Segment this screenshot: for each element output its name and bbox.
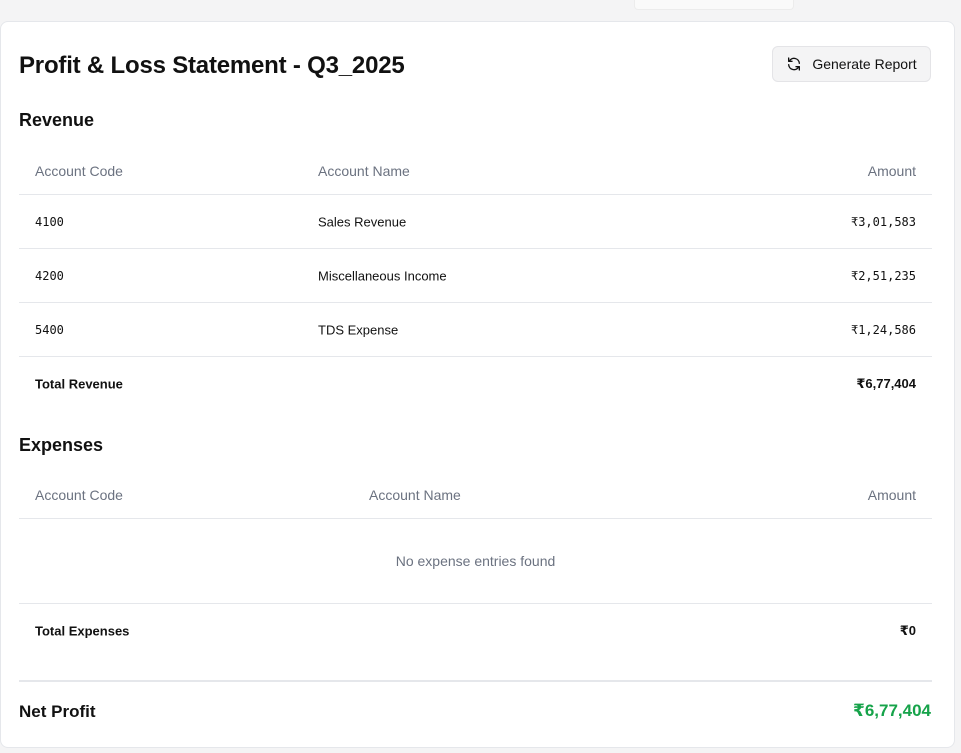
total-revenue-value: ₹6,77,404 xyxy=(856,375,916,391)
expenses-table-header: Account Code Account Name Amount xyxy=(19,471,932,519)
expenses-table: Account Code Account Name Amount No expe… xyxy=(19,471,932,657)
account-name: TDS Expense xyxy=(318,322,399,337)
account-code: 4200 xyxy=(35,268,64,283)
total-expenses-label: Total Expenses xyxy=(35,623,130,638)
revenue-table-header: Account Code Account Name Amount xyxy=(19,147,932,195)
account-name: Sales Revenue xyxy=(318,214,407,229)
expenses-total-row: Total Expenses ₹0 xyxy=(19,604,932,657)
total-expenses-value: ₹0 xyxy=(899,622,916,638)
account-amount: ₹3,01,583 xyxy=(850,214,916,229)
empty-state-message: No expense entries found xyxy=(19,519,932,604)
table-row: 5400 TDS Expense ₹1,24,586 xyxy=(19,303,932,357)
column-header-account-code: Account Code xyxy=(35,162,123,179)
net-profit-value: ₹6,77,404 xyxy=(852,701,931,720)
net-profit-divider xyxy=(19,680,932,682)
account-amount: ₹2,51,235 xyxy=(850,268,916,283)
page-title: Profit & Loss Statement - Q3_2025 xyxy=(19,52,405,79)
column-header-amount: Amount xyxy=(867,162,916,179)
report-card: Profit & Loss Statement - Q3_2025 Genera… xyxy=(0,21,955,748)
total-revenue-label: Total Revenue xyxy=(35,376,123,391)
generate-report-button[interactable]: Generate Report xyxy=(772,46,931,82)
table-row: 4100 Sales Revenue ₹3,01,583 xyxy=(19,195,932,249)
toolbar-field-stub[interactable] xyxy=(634,0,794,10)
net-profit-label: Net Profit xyxy=(19,702,96,721)
top-toolbar-strip xyxy=(0,0,961,14)
column-header-account-name: Account Name xyxy=(369,486,461,503)
account-name: Miscellaneous Income xyxy=(318,268,447,283)
expenses-section-title: Expenses xyxy=(19,435,104,455)
account-amount: ₹1,24,586 xyxy=(850,322,916,337)
generate-report-label: Generate Report xyxy=(812,56,917,72)
refresh-icon xyxy=(786,56,802,72)
account-code: 4100 xyxy=(35,214,64,229)
revenue-table: Account Code Account Name Amount 4100 Sa… xyxy=(19,147,932,410)
account-code: 5400 xyxy=(35,322,64,337)
column-header-amount: Amount xyxy=(867,486,916,503)
revenue-total-row: Total Revenue ₹6,77,404 xyxy=(19,357,932,410)
column-header-account-name: Account Name xyxy=(318,162,410,179)
table-row: 4200 Miscellaneous Income ₹2,51,235 xyxy=(19,249,932,303)
revenue-section-title: Revenue xyxy=(19,110,95,130)
column-header-account-code: Account Code xyxy=(35,486,123,503)
